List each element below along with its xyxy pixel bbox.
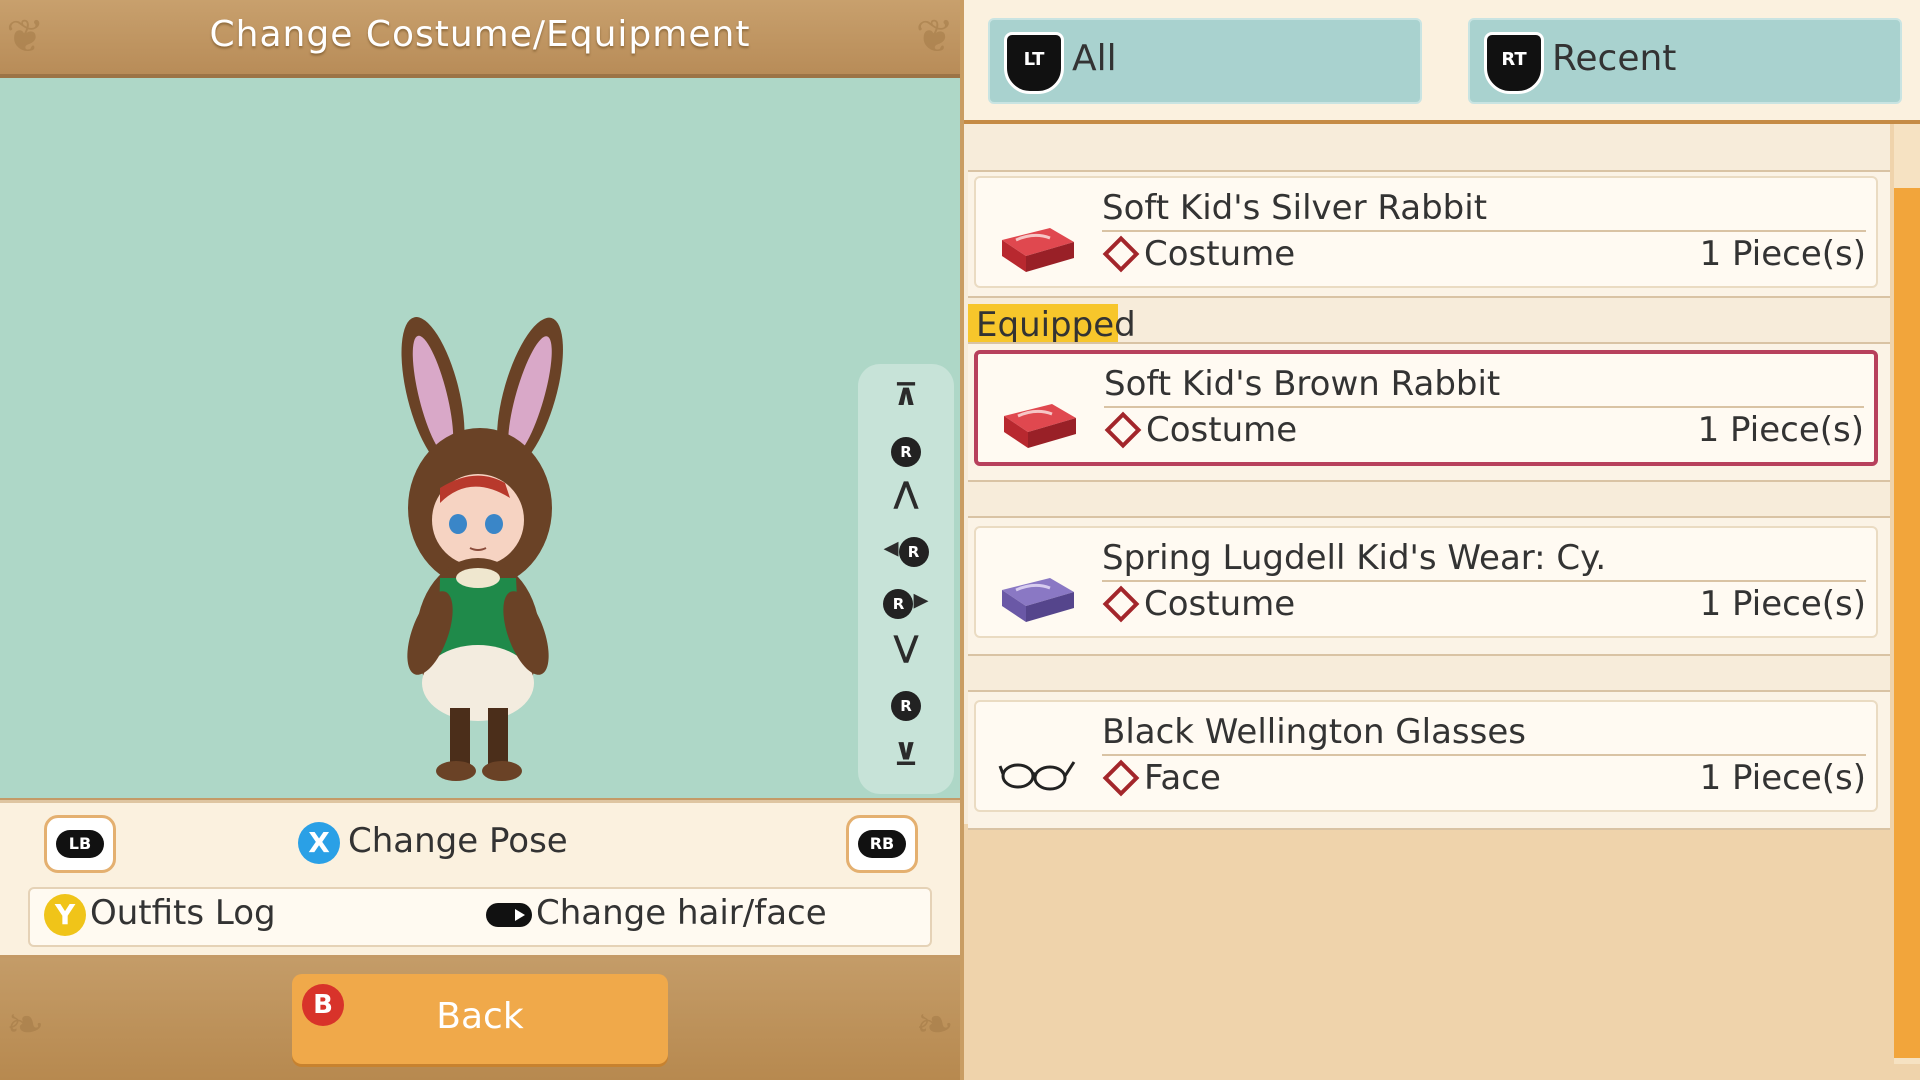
rb-label: RB — [858, 830, 906, 858]
change-pose-label: Change Pose — [348, 821, 568, 861]
list-item: Black Wellington Glasses Face 1 Piece(s) — [968, 690, 1890, 830]
rt-trigger-icon: RT — [1484, 32, 1544, 94]
red-suitcase-icon — [1002, 228, 1074, 272]
item-category-label: Costume — [1146, 410, 1298, 450]
name-divider — [1102, 230, 1866, 232]
item-quantity: 1 Piece(s) — [1699, 234, 1866, 274]
back-label: Back — [436, 996, 524, 1037]
camera-rotate-left-icon[interactable]: ◂ R — [858, 530, 954, 567]
ornament-right-icon: ❦ — [915, 9, 954, 63]
item-card[interactable]: Black Wellington Glasses Face 1 Piece(s) — [974, 700, 1878, 812]
preview-panel: ❦ Change Costume/Equipment ❦ ⊼ R ⋀ ◂ R R… — [0, 0, 960, 1080]
item-category: Costume — [1104, 410, 1297, 450]
list-item: Soft Kid's Brown Rabbit Costume 1 Piece(… — [968, 342, 1890, 482]
change-hair-face-button[interactable]: Change hair/face — [486, 893, 827, 933]
back-button[interactable]: B Back — [292, 974, 668, 1064]
item-quantity: 1 Piece(s) — [1697, 410, 1864, 450]
diamond-icon — [1102, 759, 1140, 796]
name-divider — [1104, 406, 1864, 408]
camera-top-icon[interactable]: ⊼ — [858, 378, 954, 414]
item-quantity: 1 Piece(s) — [1699, 584, 1866, 624]
change-hair-face-label: Change hair/face — [536, 893, 827, 933]
item-name: Soft Kid's Silver Rabbit — [1102, 188, 1488, 228]
title-bar: ❦ Change Costume/Equipment ❦ — [0, 0, 960, 78]
name-divider — [1102, 754, 1866, 756]
diamond-icon — [1102, 585, 1140, 622]
item-category: Costume — [1102, 234, 1295, 274]
r-stick-icon: R — [891, 437, 921, 467]
tab-recent[interactable]: RT Recent — [1468, 18, 1902, 104]
filter-tabs: LT All RT Recent — [964, 0, 1920, 124]
x-button-icon: X — [298, 821, 340, 864]
tab-all[interactable]: LT All — [988, 18, 1422, 104]
camera-up-icon[interactable]: R — [858, 430, 954, 467]
camera-down-icon[interactable]: R — [858, 684, 954, 721]
outfits-log-label: Outfits Log — [90, 893, 276, 933]
inventory-panel: LT All RT Recent Soft Kid's Silver Rabbi… — [960, 0, 1920, 1080]
item-name: Spring Lugdell Kid's Wear: Cy. — [1102, 538, 1607, 578]
character-preview[interactable] — [0, 78, 960, 798]
item-name: Black Wellington Glasses — [1102, 712, 1526, 752]
item-category: Face — [1102, 758, 1221, 798]
ornament-bottom-left-icon: ❧ — [6, 997, 45, 1051]
list-item: Soft Kid's Silver Rabbit Costume 1 Piece… — [968, 170, 1890, 298]
shortcut-row: Y Outfits Log Change hair/face — [28, 887, 932, 947]
diamond-icon — [1104, 411, 1142, 448]
lt-trigger-icon: LT — [1004, 32, 1064, 94]
rb-button[interactable]: RB — [846, 815, 918, 873]
control-bar: LB X Change Pose RB Y Outfits Log Change h… — [0, 800, 960, 955]
change-pose-button[interactable]: X Change Pose — [298, 821, 568, 864]
item-card[interactable]: Soft Kid's Silver Rabbit Costume 1 Piece… — [974, 176, 1878, 288]
item-card-equipped[interactable]: Soft Kid's Brown Rabbit Costume 1 Piece(… — [974, 350, 1878, 466]
item-quantity: 1 Piece(s) — [1699, 758, 1866, 798]
bottom-bar: ❧ B Back ❧ — [0, 958, 960, 1080]
item-category-label: Costume — [1144, 234, 1296, 274]
item-card[interactable]: Spring Lugdell Kid's Wear: Cy. Costume 1… — [974, 526, 1878, 638]
item-category-label: Face — [1144, 758, 1221, 798]
list-scrollbar[interactable] — [1894, 124, 1920, 1064]
ornament-bottom-right-icon: ❧ — [915, 997, 954, 1051]
tab-all-label: All — [1072, 38, 1117, 79]
red-suitcase-icon — [1004, 404, 1076, 448]
name-divider — [1102, 580, 1866, 582]
r-stick-icon: R — [898, 537, 929, 567]
camera-bottom-icon[interactable]: ⊻ — [858, 738, 954, 774]
right-stick-press-icon — [486, 902, 532, 927]
item-name: Soft Kid's Brown Rabbit — [1104, 364, 1501, 404]
equipped-badge: Equipped — [968, 304, 1136, 346]
r-stick-icon: R — [883, 589, 914, 619]
r-stick-icon: R — [891, 691, 921, 721]
lb-button[interactable]: LB — [44, 815, 116, 873]
purple-suitcase-icon — [1002, 578, 1074, 622]
camera-zoom-in-icon[interactable]: ⋀ — [858, 476, 954, 512]
camera-rotate-right-icon[interactable]: R ▸ — [858, 582, 954, 619]
item-category-label: Costume — [1144, 584, 1296, 624]
item-list[interactable]: Soft Kid's Silver Rabbit Costume 1 Piece… — [964, 124, 1890, 830]
camera-controls: ⊼ R ⋀ ◂ R R ▸ ⋁ R ⊻ — [858, 364, 954, 794]
camera-zoom-out-icon[interactable]: ⋁ — [858, 630, 954, 666]
tab-recent-label: Recent — [1552, 38, 1677, 79]
diamond-icon — [1102, 235, 1140, 272]
lb-label: LB — [56, 830, 104, 858]
glasses-icon — [998, 761, 1076, 791]
page-title: Change Costume/Equipment — [209, 14, 751, 55]
item-category: Costume — [1102, 584, 1295, 624]
list-item: Spring Lugdell Kid's Wear: Cy. Costume 1… — [968, 516, 1890, 656]
outfits-log-button[interactable]: Y Outfits Log — [44, 893, 276, 936]
scrollbar-thumb[interactable] — [1894, 188, 1920, 1058]
character-model — [401, 317, 563, 781]
y-button-icon: Y — [44, 893, 86, 936]
